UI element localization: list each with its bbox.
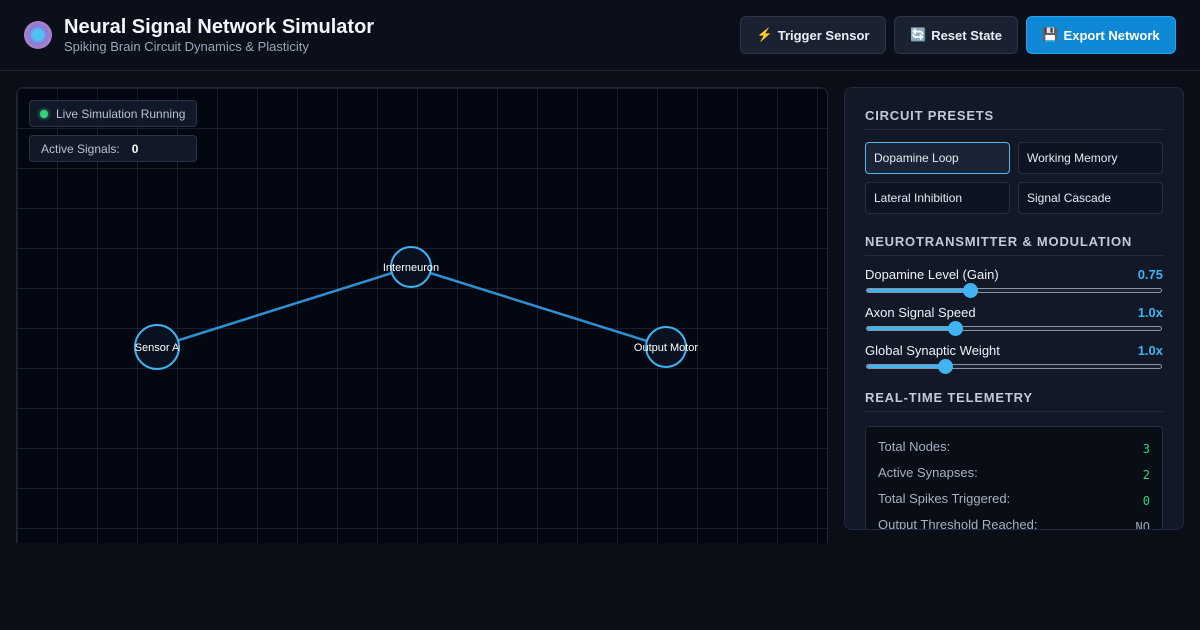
active-signals-label: Active Signals: — [41, 141, 120, 156]
preset-lateral-inhibition[interactable]: Lateral Inhibition — [865, 182, 1010, 214]
node-sensor-a-label: Sensor A — [135, 342, 180, 354]
telemetry-title: REAL-TIME TELEMETRY — [865, 390, 1163, 412]
dopamine-level-handle[interactable] — [962, 283, 978, 298]
floppy-disk-icon: 💾 — [1042, 27, 1059, 42]
synaptic-weight-label: Global Synaptic Weight — [865, 343, 1000, 358]
network-canvas[interactable]: Sensor A Interneuron Output Motor Live S… — [16, 87, 828, 547]
telemetry-row: Total Nodes: 3 — [878, 439, 1150, 459]
reset-state-button[interactable]: 🔄 Reset State — [894, 16, 1018, 54]
app-header: Neural Signal Network Simulator Spiking … — [0, 0, 1200, 71]
axon-speed-fill — [867, 327, 956, 330]
telemetry-row: Active Synapses: 2 — [878, 465, 1150, 485]
telemetry-row: Total Spikes Triggered: 0 — [878, 491, 1150, 511]
active-synapses-value: 2 — [1142, 468, 1150, 482]
node-sensor-a[interactable]: Sensor A — [134, 324, 180, 370]
total-nodes-value: 3 — [1142, 442, 1150, 456]
axon-speed-slider[interactable] — [866, 321, 1162, 336]
dopamine-level-fill — [867, 289, 970, 292]
live-status-dot-icon — [40, 109, 48, 118]
node-interneuron-label: Interneuron — [383, 262, 439, 274]
refresh-icon: 🔄 — [910, 27, 927, 42]
node-interneuron[interactable]: Interneuron — [383, 246, 439, 288]
node-output-motor-label: Output Motor — [634, 342, 699, 354]
control-panel: CIRCUIT PRESETS Dopamine Loop Working Me… — [844, 87, 1184, 530]
modulation-title: NEUROTRANSMITTER & MODULATION — [865, 234, 1163, 256]
axon-speed-slider-row: Axon Signal Speed 1.0x — [865, 305, 1163, 336]
dopamine-level-label: Dopamine Level (Gain) — [865, 267, 999, 282]
preset-dopamine-loop[interactable]: Dopamine Loop — [865, 142, 1010, 174]
synaptic-weight-fill — [867, 365, 945, 368]
synaptic-weight-slider[interactable] — [866, 359, 1162, 374]
total-spikes-value: 0 — [1142, 494, 1150, 508]
synaptic-weight-handle[interactable] — [937, 359, 953, 374]
output-threshold-label: Output Threshold Reached: — [878, 517, 1038, 530]
simulation-status-text: Live Simulation Running — [56, 106, 186, 121]
telemetry-box: Total Nodes: 3 Active Synapses: 2 Total … — [865, 426, 1163, 530]
lightning-icon: ⚡ — [756, 27, 773, 42]
dopamine-level-slider[interactable] — [866, 283, 1162, 298]
telemetry-row: Output Threshold Reached: NO — [878, 517, 1150, 530]
trigger-sensor-button[interactable]: ⚡ Trigger Sensor — [740, 16, 886, 54]
export-network-label: Export Network — [1063, 27, 1160, 43]
active-signals-value: 0 — [131, 141, 139, 156]
preset-signal-cascade[interactable]: Signal Cascade — [1018, 182, 1163, 214]
dopamine-level-value: 0.75 — [1137, 267, 1163, 282]
axon-speed-handle[interactable] — [948, 321, 964, 336]
total-nodes-label: Total Nodes: — [878, 439, 951, 454]
app-subtitle: Spiking Brain Circuit Dynamics & Plastic… — [64, 39, 309, 54]
axon-speed-value: 1.0x — [1137, 305, 1163, 320]
reset-state-label: Reset State — [931, 27, 1002, 43]
preset-working-memory[interactable]: Working Memory — [1018, 142, 1163, 174]
page-bottom-area — [0, 543, 1200, 630]
output-threshold-value: NO — [1135, 520, 1150, 530]
app-title: Neural Signal Network Simulator — [64, 16, 375, 38]
synaptic-weight-value: 1.0x — [1137, 343, 1163, 358]
active-signals-counter: Active Signals: 0 — [29, 135, 197, 162]
trigger-sensor-label: Trigger Sensor — [777, 27, 870, 43]
node-output-motor[interactable]: Output Motor — [634, 326, 699, 368]
active-synapses-label: Active Synapses: — [878, 465, 978, 480]
dopamine-level-slider-row: Dopamine Level (Gain) 0.75 — [865, 267, 1163, 298]
simulation-status-badge: Live Simulation Running — [29, 100, 197, 127]
brain-logo-icon — [24, 21, 52, 49]
circuit-presets-title: CIRCUIT PRESETS — [865, 108, 1163, 130]
export-network-button[interactable]: 💾 Export Network — [1026, 16, 1176, 54]
synapse-inter-output — [410, 265, 667, 349]
synaptic-weight-slider-row: Global Synaptic Weight 1.0x — [865, 343, 1163, 374]
total-spikes-label: Total Spikes Triggered: — [878, 491, 1011, 506]
axon-speed-label: Axon Signal Speed — [865, 305, 976, 320]
synapse-sensor-inter — [156, 265, 412, 349]
